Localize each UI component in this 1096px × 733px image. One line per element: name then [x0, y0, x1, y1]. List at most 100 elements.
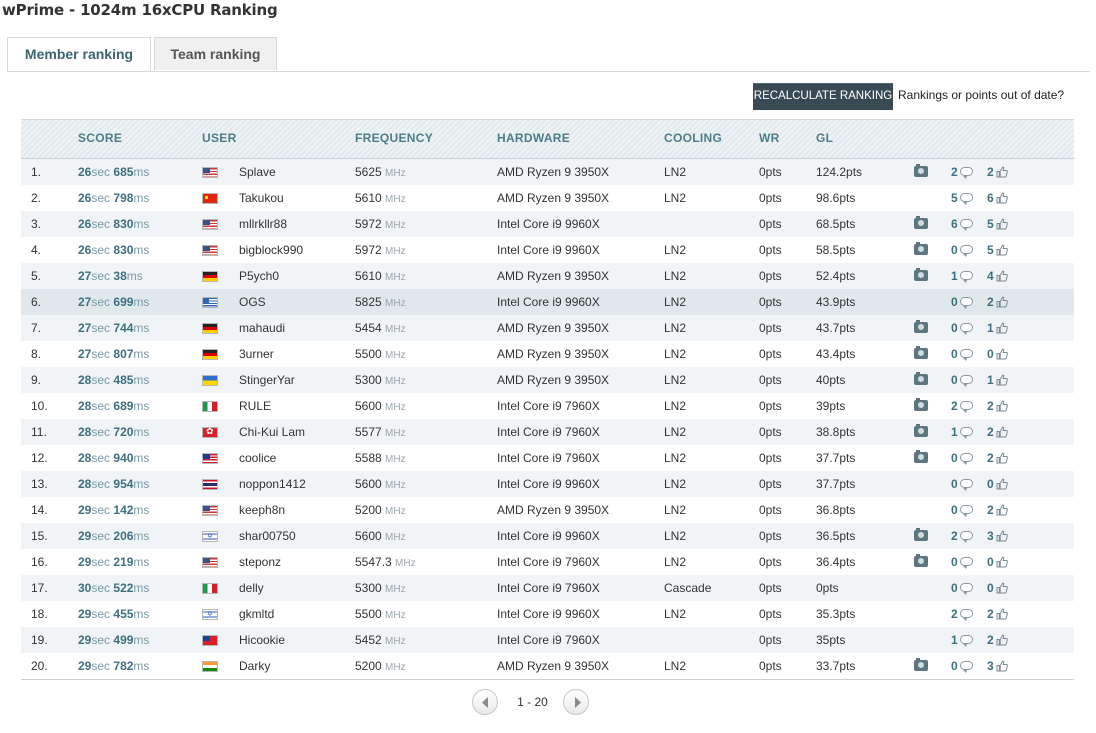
- score-link[interactable]: 30sec 522ms: [78, 575, 149, 601]
- table-row[interactable]: 8. 27sec 807ms 3urner 5500 MHz AMD Ryzen 9 3…: [21, 341, 1074, 367]
- likes-link[interactable]: 3: [987, 653, 1015, 679]
- table-row[interactable]: 14. 29sec 142ms keeph8n 5200 MHz AMD Ryzen 9…: [21, 497, 1074, 523]
- tab-team-ranking[interactable]: Team ranking: [154, 37, 277, 70]
- user-link[interactable]: P5ych0: [239, 263, 279, 289]
- likes-link[interactable]: 0: [987, 575, 1015, 601]
- likes-link[interactable]: 0: [987, 471, 1015, 497]
- likes-link[interactable]: 6: [987, 185, 1015, 211]
- user-link[interactable]: Splave: [239, 159, 276, 185]
- likes-link[interactable]: 2: [987, 497, 1015, 523]
- header-wr[interactable]: WR: [759, 120, 780, 158]
- comments-link[interactable]: 0: [951, 315, 979, 341]
- user-link[interactable]: gkmltd: [239, 601, 274, 627]
- score-link[interactable]: 27sec 807ms: [78, 341, 149, 367]
- score-link[interactable]: 29sec 219ms: [78, 549, 149, 575]
- hardware-link[interactable]: AMD Ryzen 9 3950X: [497, 497, 609, 523]
- header-user[interactable]: USER: [202, 120, 237, 158]
- likes-link[interactable]: 2: [987, 159, 1015, 185]
- table-row[interactable]: 15. 29sec 206ms shar00750 5600 MHz Intel Cor…: [21, 523, 1074, 549]
- user-link[interactable]: steponz: [239, 549, 281, 575]
- hardware-link[interactable]: Intel Core i9 9960X: [497, 471, 600, 497]
- user-link[interactable]: RULE: [239, 393, 271, 419]
- likes-link[interactable]: 0: [987, 341, 1015, 367]
- user-link[interactable]: OGS: [239, 289, 266, 315]
- next-page-button[interactable]: [563, 689, 589, 715]
- hardware-link[interactable]: Intel Core i9 7960X: [497, 549, 600, 575]
- likes-link[interactable]: 2: [987, 601, 1015, 627]
- table-row[interactable]: 16. 29sec 219ms steponz 5547.3 MHz Intel Cor…: [21, 549, 1074, 575]
- comments-link[interactable]: 0: [951, 549, 979, 575]
- hardware-link[interactable]: Intel Core i9 7960X: [497, 419, 600, 445]
- user-link[interactable]: shar00750: [239, 523, 296, 549]
- user-link[interactable]: Darky: [239, 653, 270, 679]
- likes-link[interactable]: 1: [987, 315, 1015, 341]
- comments-link[interactable]: 0: [951, 367, 979, 393]
- table-row[interactable]: 1. 26sec 685ms Splave 5625 MHz AMD Ryzen 9 3…: [21, 159, 1074, 185]
- user-link[interactable]: noppon1412: [239, 471, 306, 497]
- header-cooling[interactable]: COOLING: [664, 120, 722, 158]
- table-row[interactable]: 9. 28sec 485ms StingerYar 5300 MHz AMD Ryzen…: [21, 367, 1074, 393]
- likes-link[interactable]: 2: [987, 289, 1015, 315]
- table-row[interactable]: 19. 29sec 499ms Hicookie 5452 MHz Intel Core…: [21, 627, 1074, 653]
- header-hardware[interactable]: HARDWARE: [497, 120, 570, 158]
- header-score[interactable]: SCORE: [78, 120, 122, 158]
- user-link[interactable]: Takukou: [239, 185, 284, 211]
- user-link[interactable]: keeph8n: [239, 497, 285, 523]
- outdated-notice-link[interactable]: Rankings or points out of date?: [898, 88, 1064, 102]
- score-link[interactable]: 28sec 954ms: [78, 471, 149, 497]
- comments-link[interactable]: 0: [951, 341, 979, 367]
- hardware-link[interactable]: Intel Core i9 9960X: [497, 237, 600, 263]
- user-link[interactable]: StingerYar: [239, 367, 295, 393]
- score-link[interactable]: 28sec 720ms: [78, 419, 149, 445]
- table-row[interactable]: 3. 26sec 830ms mllrkllr88 5972 MHz Intel Cor…: [21, 211, 1074, 237]
- comments-link[interactable]: 0: [951, 289, 979, 315]
- hardware-link[interactable]: Intel Core i9 7960X: [497, 445, 600, 471]
- table-row[interactable]: 7. 27sec 744ms mahaudi 5454 MHz AMD Ryzen 9 …: [21, 315, 1074, 341]
- hardware-link[interactable]: AMD Ryzen 9 3950X: [497, 653, 609, 679]
- score-link[interactable]: 28sec 689ms: [78, 393, 149, 419]
- header-frequency[interactable]: FREQUENCY: [355, 120, 433, 158]
- score-link[interactable]: 26sec 830ms: [78, 211, 149, 237]
- comments-link[interactable]: 2: [951, 523, 979, 549]
- comments-link[interactable]: 0: [951, 653, 979, 679]
- score-link[interactable]: 28sec 940ms: [78, 445, 149, 471]
- table-row[interactable]: 2. 26sec 798ms Takukou 5610 MHz AMD Ryzen 9 …: [21, 185, 1074, 211]
- comments-link[interactable]: 1: [951, 419, 979, 445]
- user-link[interactable]: 3urner: [239, 341, 274, 367]
- score-link[interactable]: 29sec 206ms: [78, 523, 149, 549]
- user-link[interactable]: mahaudi: [239, 315, 285, 341]
- hardware-link[interactable]: AMD Ryzen 9 3950X: [497, 315, 609, 341]
- hardware-link[interactable]: Intel Core i9 9960X: [497, 523, 600, 549]
- hardware-link[interactable]: AMD Ryzen 9 3950X: [497, 159, 609, 185]
- comments-link[interactable]: 0: [951, 575, 979, 601]
- comments-link[interactable]: 0: [951, 237, 979, 263]
- comments-link[interactable]: 1: [951, 263, 979, 289]
- user-link[interactable]: Chi-Kui Lam: [239, 419, 305, 445]
- table-row[interactable]: 6. 27sec 699ms OGS 5825 MHz Intel Core i9 99…: [21, 289, 1074, 315]
- hardware-link[interactable]: AMD Ryzen 9 3950X: [497, 185, 609, 211]
- likes-link[interactable]: 2: [987, 445, 1015, 471]
- score-link[interactable]: 26sec 798ms: [78, 185, 149, 211]
- likes-link[interactable]: 1: [987, 367, 1015, 393]
- score-link[interactable]: 29sec 782ms: [78, 653, 149, 679]
- hardware-link[interactable]: Intel Core i9 7960X: [497, 627, 600, 653]
- user-link[interactable]: delly: [239, 575, 264, 601]
- score-link[interactable]: 27sec 38ms: [78, 263, 143, 289]
- likes-link[interactable]: 5: [987, 237, 1015, 263]
- table-row[interactable]: 11. 28sec 720ms Chi-Kui Lam 5577 MHz Intel C…: [21, 419, 1074, 445]
- score-link[interactable]: 26sec 685ms: [78, 159, 149, 185]
- comments-link[interactable]: 0: [951, 445, 979, 471]
- table-row[interactable]: 10. 28sec 689ms RULE 5600 MHz Intel Core i9 …: [21, 393, 1074, 419]
- hardware-link[interactable]: Intel Core i9 9960X: [497, 601, 600, 627]
- hardware-link[interactable]: AMD Ryzen 9 3950X: [497, 263, 609, 289]
- comments-link[interactable]: 1: [951, 627, 979, 653]
- user-link[interactable]: bigblock990: [239, 237, 303, 263]
- score-link[interactable]: 29sec 499ms: [78, 627, 149, 653]
- score-link[interactable]: 27sec 699ms: [78, 289, 149, 315]
- table-row[interactable]: 5. 27sec 38ms P5ych0 5610 MHz AMD Ryzen 9 39…: [21, 263, 1074, 289]
- likes-link[interactable]: 2: [987, 627, 1015, 653]
- hardware-link[interactable]: Intel Core i9 7960X: [497, 575, 600, 601]
- likes-link[interactable]: 0: [987, 549, 1015, 575]
- table-row[interactable]: 17. 30sec 522ms delly 5300 MHz Intel Core i9…: [21, 575, 1074, 601]
- camera-icon[interactable]: [914, 658, 928, 686]
